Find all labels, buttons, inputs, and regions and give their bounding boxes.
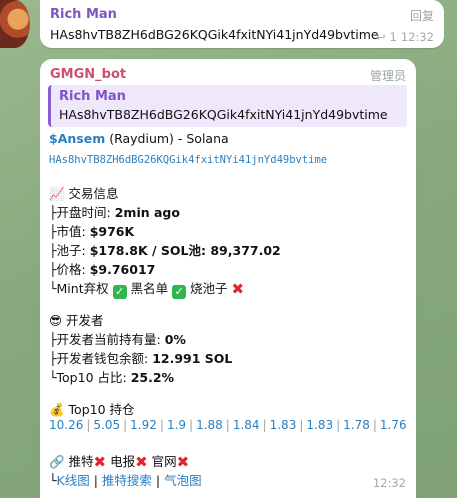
pool-row: ├池子: $178.8K / SOL池: 89,377.02 [49, 240, 281, 259]
cross-icon: ✖ [93, 453, 107, 471]
link-separator: | [89, 473, 102, 488]
dev-holding-row: ├开发者当前持有量: 0% [49, 329, 186, 348]
reply-count: 1 [389, 30, 397, 44]
quoted-message[interactable]: Rich Man HAs8hvTB8ZH6dBG26KQGik4fxitNYi4… [48, 85, 407, 127]
mint-label: └Mint弃权 [49, 281, 113, 296]
token-info: (Raydium) - Solana [105, 131, 229, 146]
holder-percent-link[interactable]: 1.84 [233, 418, 260, 432]
twitter-search-link[interactable]: 推特搜索 [102, 473, 152, 488]
website-label: 官网 [147, 454, 177, 469]
dev-holding-label: ├开发者当前持有量: [49, 332, 165, 347]
holder-percent-link[interactable]: 1.83 [306, 418, 333, 432]
token-title: $Ansem (Raydium) - Solana [49, 131, 229, 146]
cross-icon: ✖ [135, 453, 148, 471]
open-time-label: ├开盘时间: [49, 205, 115, 220]
holder-separator: | [225, 418, 230, 432]
holder-separator: | [262, 418, 267, 432]
message-time: 12:32 [400, 30, 434, 44]
holder-separator: | [123, 418, 128, 432]
holder-separator: | [86, 418, 91, 432]
holder-percent-link[interactable]: 5.05 [93, 418, 120, 432]
dev-balance-label: ├开发者钱包余额: [49, 351, 153, 366]
mcap-label: ├市值: [49, 224, 90, 239]
dev-balance-value: 12.991 SOL [152, 351, 233, 366]
message-time: 12:32 [372, 476, 406, 490]
tool-links-row: └K线图 | 推特搜索 | 气泡图 [49, 470, 202, 489]
reply-arrow-icon[interactable]: ↩ [376, 31, 385, 44]
admin-badge: 管理员 [369, 69, 406, 83]
holder-separator: | [189, 418, 194, 432]
mcap-value: $976K [89, 224, 135, 239]
dev-balance-row: ├开发者钱包余额: 12.991 SOL [49, 348, 232, 367]
sender-name[interactable]: Rich Man [50, 7, 117, 22]
pool-value: $178.8K / SOL池: 89,377.02 [89, 243, 281, 258]
holder-separator: | [336, 418, 341, 432]
top10-share-value: 25.2% [130, 370, 175, 385]
holder-separator: | [299, 418, 304, 432]
price-value: $9.76017 [89, 262, 156, 277]
sender-avatar[interactable] [0, 0, 30, 48]
link-separator: | [151, 473, 165, 488]
quoted-text: HAs8hvTB8ZH6dBG26KQGik4fxitNYi41jnYd49bv… [59, 107, 388, 122]
security-row: └Mint弃权 ✓ 黑名单 ✓ 烧池子 ✖ [49, 278, 244, 299]
reply-button[interactable]: 回复 [410, 7, 434, 24]
holder-percent-link[interactable]: 1.88 [196, 418, 223, 432]
open-time-value: 2min ago [114, 205, 180, 220]
open-time-row: ├开盘时间: 2min ago [49, 202, 180, 221]
token-symbol-link[interactable]: $Ansem [49, 131, 105, 146]
kline-link[interactable]: K线图 [57, 473, 90, 488]
message-text: HAs8hvTB8ZH6dBG26KQGik4fxitNYi41jnYd49bv… [50, 27, 379, 42]
check-icon: ✓ [172, 285, 187, 299]
price-label: ├价格: [49, 262, 90, 277]
pool-label: ├池子: [49, 243, 90, 258]
holder-separator: | [372, 418, 377, 432]
telegram-label: 电报 [106, 454, 136, 469]
contract-code[interactable]: HAs8hvTB8ZH6dBG26KQGik4fxitNYi41jnYd49bv… [49, 154, 327, 166]
cross-icon: ✖ [176, 453, 190, 471]
mcap-row: ├市值: $976K [49, 221, 134, 240]
burn-label: 烧池子 [186, 281, 232, 296]
twitter-label: 🔗 推特 [49, 454, 94, 469]
price-row: ├价格: $9.76017 [49, 259, 155, 278]
holder-percent-link[interactable]: 1.9 [167, 418, 186, 432]
bubble-map-link[interactable]: 气泡图 [164, 473, 202, 488]
holder-percent-link[interactable]: 10.26 [49, 418, 83, 432]
quoted-sender: Rich Man [59, 89, 126, 104]
sender-name[interactable]: GMGN_bot [50, 67, 126, 82]
dev-header: 😎 开发者 [49, 313, 104, 328]
holder-separator: | [159, 418, 164, 432]
holder-percent-link[interactable]: 1.78 [343, 418, 370, 432]
contract-address[interactable]: HAs8hvTB8ZH6dBG26KQGik4fxitNYi41jnYd49bv… [49, 151, 327, 166]
blacklist-label: 黑名单 [126, 281, 173, 296]
top10-share-row: └Top10 占比: 25.2% [49, 367, 174, 386]
social-links-row: 🔗 推特✖ 电报✖ 官网✖ [49, 451, 189, 471]
tree-prefix: └ [49, 473, 57, 488]
message-meta: ↩ 1 12:32 [376, 30, 434, 44]
top10-share-label: └Top10 占比: [49, 370, 131, 385]
holders-list: 10.26 | 5.05 | 1.92 | 1.9 | 1.88 | 1.84 | 1.83 | 1.83 |… [49, 418, 407, 432]
message-bubble-rich-man[interactable]: Rich Man 回复 HAs8hvTB8ZH6dBG26KQGik4fxitN… [40, 0, 444, 48]
cross-icon: ✖ [231, 280, 245, 298]
holder-percent-link[interactable]: 1.76 [380, 418, 407, 432]
trade-info-header: 📈 交易信息 [49, 186, 119, 201]
message-bubble-gmgn-bot[interactable]: GMGN_bot 管理员 Rich Man HAs8hvTB8ZH6dBG26K… [40, 59, 416, 498]
holder-percent-link[interactable]: 1.83 [270, 418, 297, 432]
dev-holding-value: 0% [164, 332, 186, 347]
holders-header: 💰 Top10 持仓 [49, 402, 135, 417]
holder-percent-link[interactable]: 1.92 [130, 418, 157, 432]
check-icon: ✓ [112, 285, 127, 299]
